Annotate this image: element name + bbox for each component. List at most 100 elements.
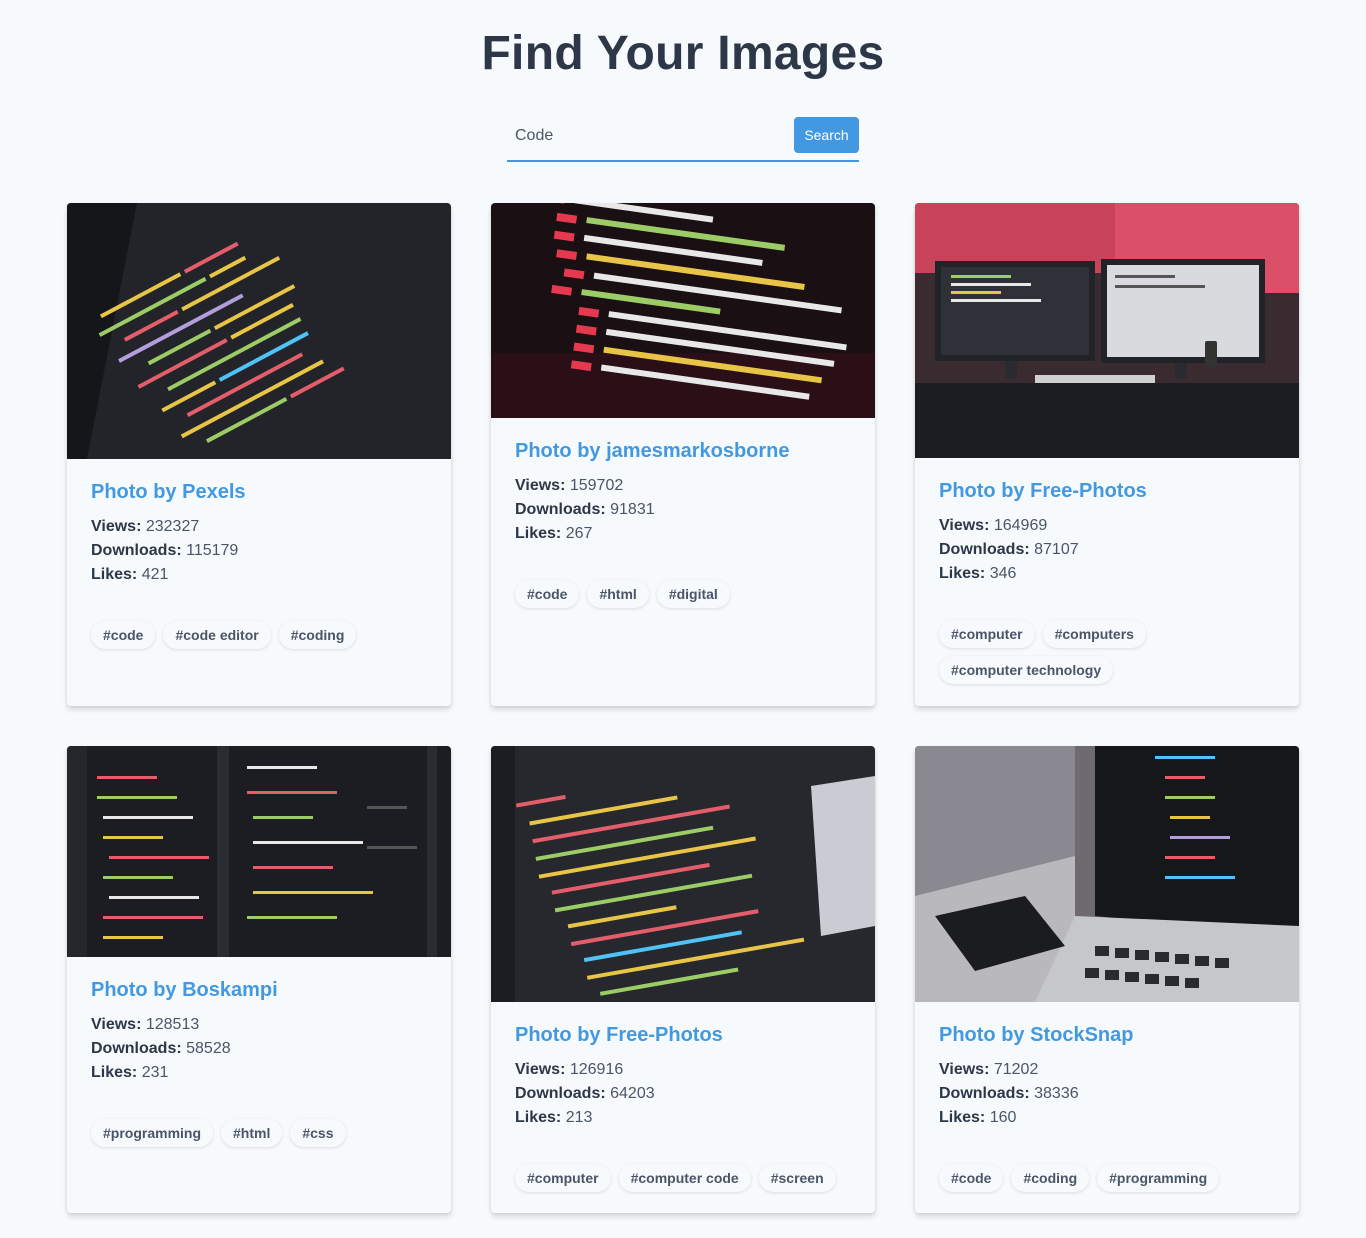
tag[interactable]: #screen xyxy=(758,1164,836,1192)
downloads-stat: Downloads: 38336 xyxy=(939,1082,1275,1106)
views-value: 159702 xyxy=(569,477,624,494)
downloads-label: Downloads: xyxy=(515,501,606,518)
likes-stat: Likes: 160 xyxy=(939,1106,1275,1130)
tag[interactable]: #html xyxy=(587,580,649,608)
tag[interactable]: #code xyxy=(515,580,580,608)
downloads-stat: Downloads: 115179 xyxy=(91,539,427,563)
tag[interactable]: #computers xyxy=(1042,620,1146,648)
downloads-label: Downloads: xyxy=(515,1085,606,1102)
tag-list: #code #html #digital xyxy=(515,580,851,616)
downloads-label: Downloads: xyxy=(91,542,182,559)
views-value: 71202 xyxy=(993,1061,1039,1078)
views-value: 232327 xyxy=(145,518,200,535)
downloads-value: 38336 xyxy=(1034,1085,1079,1102)
card-image[interactable] xyxy=(67,746,451,957)
card-title[interactable]: Photo by Free-Photos xyxy=(515,1024,851,1047)
views-stat: Views: 159702 xyxy=(515,474,851,498)
image-card[interactable]: Photo by StockSnap Views: 71202 Download… xyxy=(915,746,1299,1213)
card-body: Photo by jamesmarkosborne Views: 159702 … xyxy=(491,418,875,616)
tag-list: #code #coding #programming xyxy=(939,1164,1275,1200)
views-label: Views: xyxy=(515,1061,566,1078)
views-stat: Views: 126916 xyxy=(515,1058,851,1082)
image-card[interactable]: Photo by Boskampi Views: 128513 Download… xyxy=(67,746,451,1213)
views-stat: Views: 232327 xyxy=(91,515,427,539)
tag[interactable]: #code xyxy=(939,1164,1004,1192)
image-card[interactable]: Photo by Pexels Views: 232327 Downloads:… xyxy=(67,203,451,706)
image-card[interactable]: Photo by Free-Photos Views: 164969 Downl… xyxy=(915,203,1299,706)
views-stat: Views: 164969 xyxy=(939,514,1275,538)
card-title[interactable]: Photo by Free-Photos xyxy=(939,480,1275,503)
card-title[interactable]: Photo by Boskampi xyxy=(91,979,427,1002)
card-body: Photo by Pexels Views: 232327 Downloads:… xyxy=(67,459,451,657)
tag-list: #computer #computer code #screen xyxy=(515,1164,851,1200)
search-button[interactable]: Search xyxy=(794,117,859,153)
tag[interactable]: #computer technology xyxy=(939,656,1114,684)
views-label: Views: xyxy=(515,477,566,494)
downloads-value: 87107 xyxy=(1034,541,1079,558)
card-image[interactable] xyxy=(915,746,1299,1002)
downloads-value: 91831 xyxy=(610,501,655,518)
tag[interactable]: #digital xyxy=(656,580,730,608)
tag[interactable]: #programming xyxy=(1097,1164,1220,1192)
card-image[interactable] xyxy=(67,203,451,459)
tag[interactable]: #computer xyxy=(515,1164,611,1192)
downloads-value: 58528 xyxy=(186,1040,231,1057)
tag[interactable]: #coding xyxy=(278,621,357,649)
tag[interactable]: #computer code xyxy=(618,1164,751,1192)
likes-stat: Likes: 346 xyxy=(939,562,1275,586)
likes-stat: Likes: 267 xyxy=(515,522,851,546)
tag[interactable]: #coding xyxy=(1011,1164,1090,1192)
likes-label: Likes: xyxy=(939,565,986,582)
downloads-stat: Downloads: 87107 xyxy=(939,538,1275,562)
likes-label: Likes: xyxy=(91,566,138,583)
card-title[interactable]: Photo by Pexels xyxy=(91,481,427,504)
likes-value: 421 xyxy=(141,566,169,583)
downloads-label: Downloads: xyxy=(939,1085,1030,1102)
likes-label: Likes: xyxy=(939,1109,986,1126)
card-body: Photo by StockSnap Views: 71202 Download… xyxy=(915,1002,1299,1200)
tag-list: #computer #computers #computer technolog… xyxy=(939,620,1275,692)
tag[interactable]: #programming xyxy=(91,1119,214,1147)
downloads-value: 115179 xyxy=(186,542,239,559)
views-label: Views: xyxy=(939,517,990,534)
views-stat: Views: 71202 xyxy=(939,1058,1275,1082)
likes-label: Likes: xyxy=(515,1109,562,1126)
likes-label: Likes: xyxy=(91,1064,138,1081)
image-card[interactable]: Photo by jamesmarkosborne Views: 159702 … xyxy=(491,203,875,706)
likes-value: 160 xyxy=(989,1109,1017,1126)
search-input[interactable] xyxy=(507,114,787,158)
likes-value: 346 xyxy=(989,565,1017,582)
downloads-stat: Downloads: 58528 xyxy=(91,1037,427,1061)
views-label: Views: xyxy=(91,518,142,535)
likes-stat: Likes: 421 xyxy=(91,563,427,587)
card-title[interactable]: Photo by jamesmarkosborne xyxy=(515,440,851,463)
tag[interactable]: #html xyxy=(221,1119,283,1147)
downloads-label: Downloads: xyxy=(939,541,1030,558)
views-label: Views: xyxy=(91,1016,142,1033)
search-form: Search xyxy=(507,114,859,162)
card-image[interactable] xyxy=(915,203,1299,458)
views-value: 164969 xyxy=(993,517,1048,534)
likes-value: 267 xyxy=(565,525,593,542)
views-label: Views: xyxy=(939,1061,990,1078)
tag[interactable]: #computer xyxy=(939,620,1035,648)
card-image[interactable] xyxy=(491,203,875,418)
card-body: Photo by Free-Photos Views: 126916 Downl… xyxy=(491,1002,875,1200)
likes-label: Likes: xyxy=(515,525,562,542)
tag[interactable]: #css xyxy=(290,1119,346,1147)
views-stat: Views: 128513 xyxy=(91,1013,427,1037)
card-body: Photo by Free-Photos Views: 164969 Downl… xyxy=(915,458,1299,692)
card-title[interactable]: Photo by StockSnap xyxy=(939,1024,1275,1047)
card-body: Photo by Boskampi Views: 128513 Download… xyxy=(67,957,451,1155)
card-image[interactable] xyxy=(491,746,875,1002)
image-card[interactable]: Photo by Free-Photos Views: 126916 Downl… xyxy=(491,746,875,1213)
likes-stat: Likes: 213 xyxy=(515,1106,851,1130)
likes-stat: Likes: 231 xyxy=(91,1061,427,1085)
tag-list: #code #code editor #coding xyxy=(91,621,427,657)
tag[interactable]: #code editor xyxy=(163,621,271,649)
downloads-stat: Downloads: 91831 xyxy=(515,498,851,522)
downloads-value: 64203 xyxy=(610,1085,655,1102)
tag[interactable]: #code xyxy=(91,621,156,649)
tag-list: #programming #html #css xyxy=(91,1119,427,1155)
page-title: Find Your Images xyxy=(481,27,885,80)
